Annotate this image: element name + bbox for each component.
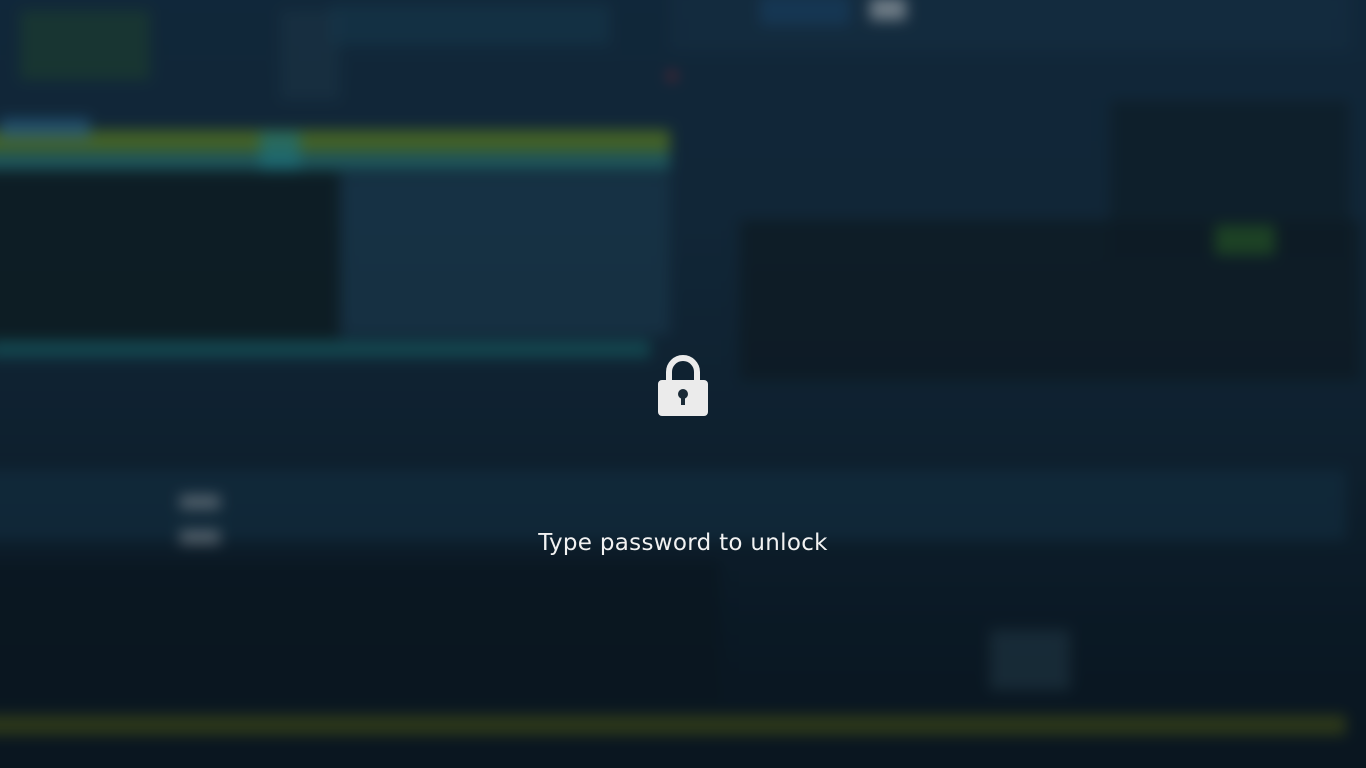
lock-icon-container	[0, 352, 1366, 418]
padlock-icon	[658, 355, 708, 416]
unlock-prompt-message: Type password to unlock	[538, 530, 828, 556]
lock-screen: Type password to unlock	[0, 0, 1366, 768]
